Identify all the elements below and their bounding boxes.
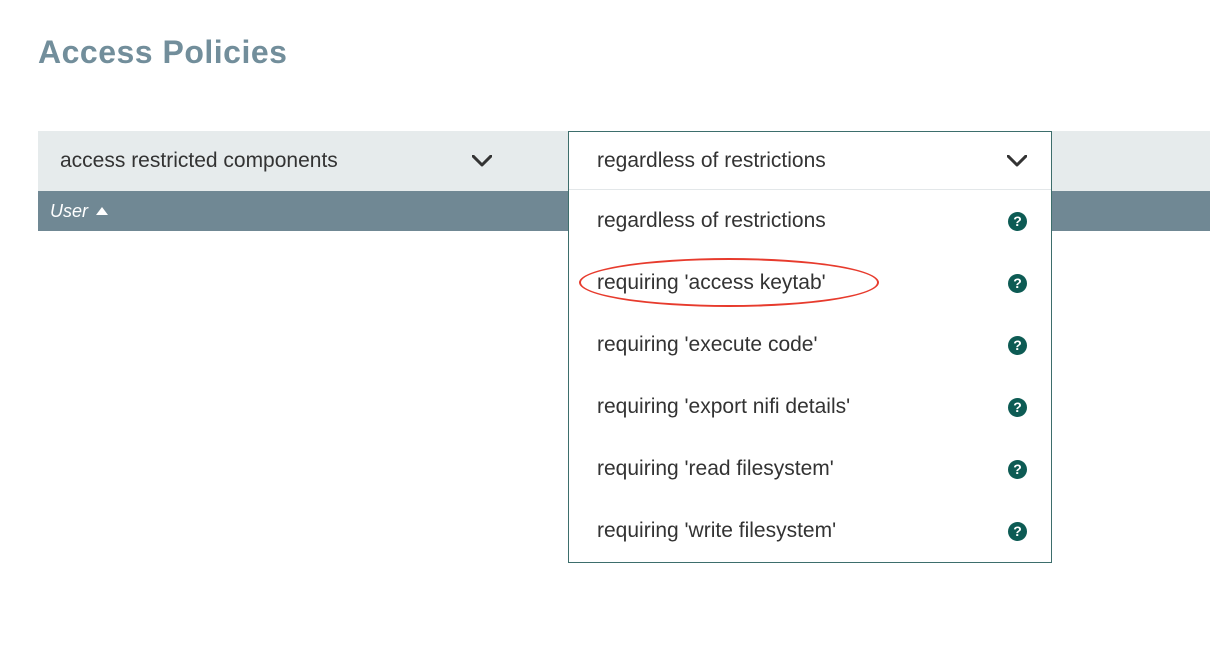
policy-select-label: access restricted components xyxy=(60,149,338,173)
restriction-option[interactable]: requiring 'access keytab' ? xyxy=(569,252,1051,314)
restriction-option-label: regardless of restrictions xyxy=(597,209,826,233)
sort-asc-icon[interactable] xyxy=(96,207,108,215)
restriction-option[interactable]: requiring 'read filesystem' ? xyxy=(569,438,1051,500)
user-column-header[interactable]: User xyxy=(50,201,88,222)
chevron-down-icon[interactable] xyxy=(472,131,492,191)
policy-select[interactable]: access restricted components xyxy=(38,131,530,191)
help-icon[interactable]: ? xyxy=(1008,460,1027,479)
help-icon[interactable]: ? xyxy=(1008,212,1027,231)
toolbar-area: access restricted components User regard… xyxy=(38,131,1210,231)
help-icon[interactable]: ? xyxy=(1008,522,1027,541)
restriction-selected-label: regardless of restrictions xyxy=(597,149,826,173)
restriction-option[interactable]: requiring 'export nifi details' ? xyxy=(569,376,1051,438)
restriction-option-label: requiring 'execute code' xyxy=(597,333,818,357)
restriction-option[interactable]: requiring 'execute code' ? xyxy=(569,314,1051,376)
restriction-dropdown-selected[interactable]: regardless of restrictions xyxy=(569,132,1051,190)
help-icon[interactable]: ? xyxy=(1008,274,1027,293)
restriction-option-label: requiring 'write filesystem' xyxy=(597,519,836,543)
restriction-option-label: requiring 'export nifi details' xyxy=(597,395,850,419)
help-icon[interactable]: ? xyxy=(1008,336,1027,355)
restriction-option[interactable]: requiring 'write filesystem' ? xyxy=(569,500,1051,562)
restriction-option-label: requiring 'access keytab' xyxy=(597,271,826,295)
page-title: Access Policies xyxy=(38,34,1210,71)
chevron-down-icon xyxy=(1007,155,1027,167)
restriction-option-label: requiring 'read filesystem' xyxy=(597,457,834,481)
help-icon[interactable]: ? xyxy=(1008,398,1027,417)
restriction-dropdown: regardless of restrictions regardless of… xyxy=(568,131,1052,563)
restriction-option[interactable]: regardless of restrictions ? xyxy=(569,190,1051,252)
